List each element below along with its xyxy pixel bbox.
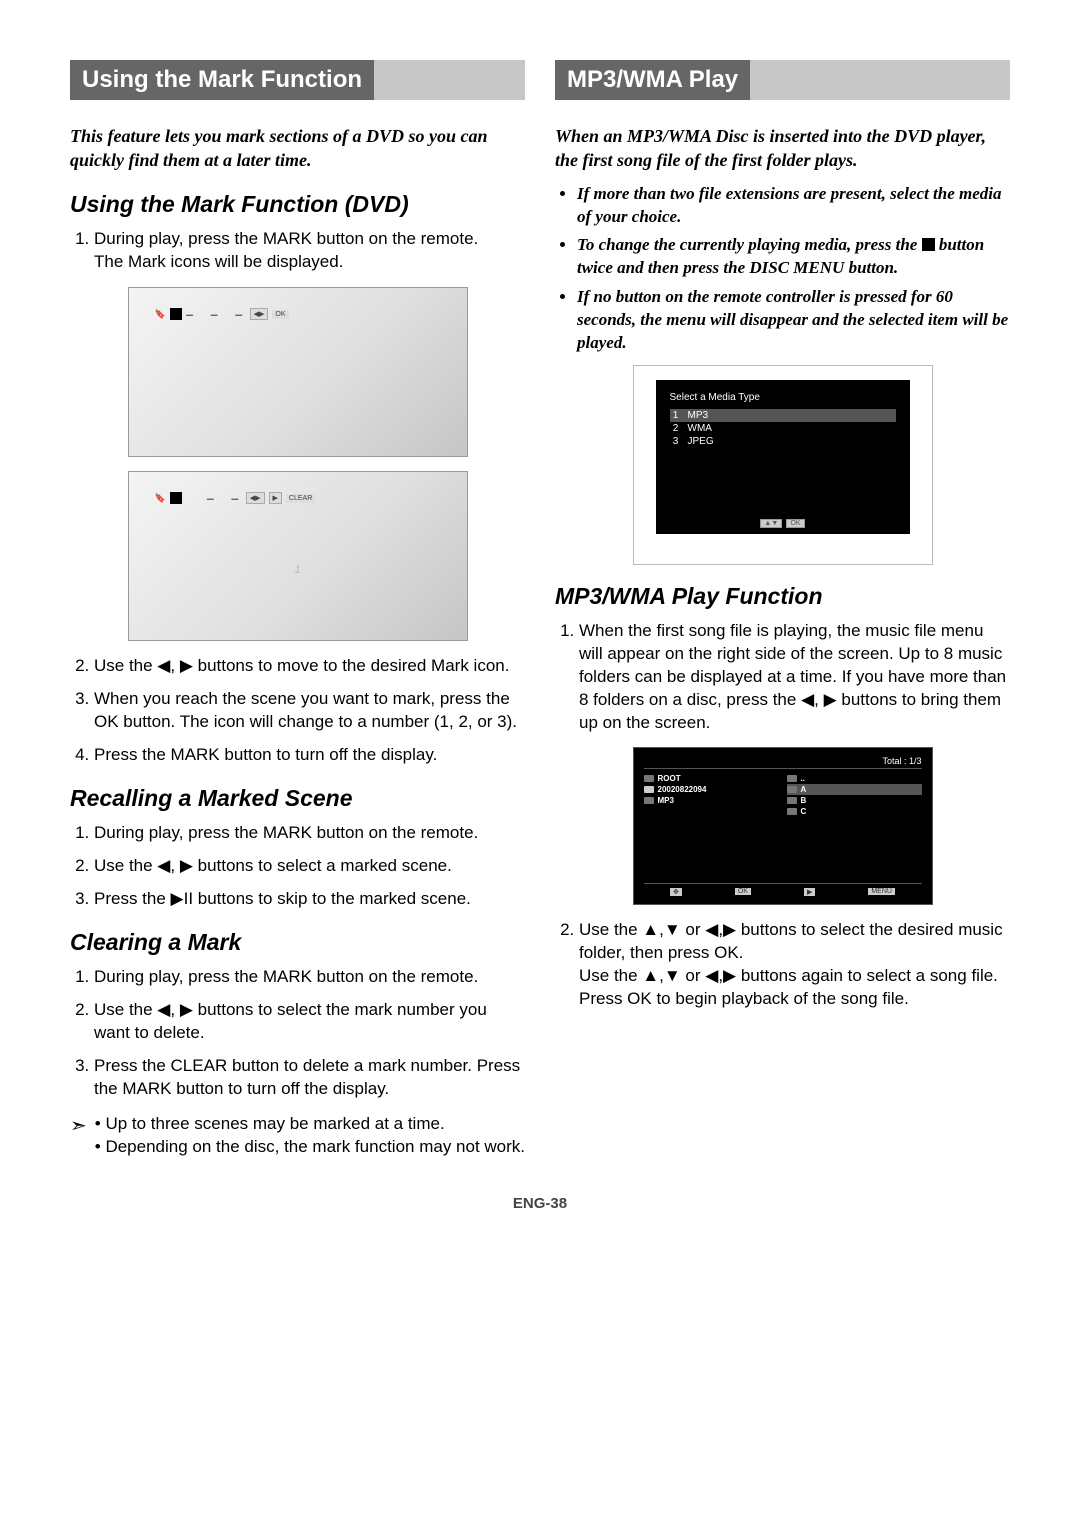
step-3: Press the ▶II buttons to skip to the mar… <box>94 888 525 911</box>
folder-a: A <box>787 784 922 795</box>
note-1: Up to three scenes may be marked at a ti… <box>105 1114 444 1133</box>
folder-b: B <box>787 795 922 806</box>
step-2: Use the ◀, ▶ buttons to select a marked … <box>94 855 525 878</box>
heading-mp3-func: MP3/WMA Play Function <box>555 583 1010 610</box>
step-text: The Mark icons will be displayed. <box>94 252 343 271</box>
clear-label: CLEAR <box>286 494 315 503</box>
play-icon: ▶ <box>804 888 815 896</box>
play-icon: ▶ <box>269 492 282 504</box>
illustration-mark-bar: 🔖 – – – ◀▶ OK <box>128 287 468 457</box>
steps-using-mark: During play, press the MARK button on th… <box>70 228 525 274</box>
media-row-mp3: 1 MP3 <box>670 409 896 422</box>
heading-recalling: Recalling a Marked Scene <box>70 785 525 812</box>
mark-number-1: 1 <box>129 564 467 576</box>
step-3: When you reach the scene you want to mar… <box>94 688 525 734</box>
heading-clearing: Clearing a Mark <box>70 929 525 956</box>
steps-mp3-func-2: Use the ▲,▼ or ◀,▶ buttons to select the… <box>555 919 1010 1011</box>
section-bar-right: MP3/WMA Play <box>555 60 1010 100</box>
step-3: Press the CLEAR button to delete a mark … <box>94 1055 525 1101</box>
media-row-wma: 2 WMA <box>670 422 896 435</box>
illustration-media-type: Select a Media Type 1 MP3 2 WMA 3 JPEG ▲… <box>633 365 933 565</box>
media-okbar: ▲▼ OK <box>634 518 932 528</box>
step-2: Use the ◀, ▶ buttons to select the mark … <box>94 999 525 1045</box>
folder-code: 20020822094 <box>644 784 779 795</box>
folder-icon <box>787 797 797 804</box>
ok-label: OK <box>735 888 751 895</box>
ok-label: OK <box>786 519 804 528</box>
page-number: ENG-38 <box>0 1189 1080 1236</box>
mark-slot-selected <box>170 308 182 320</box>
step-1: During play, press the MARK button on th… <box>94 966 525 989</box>
left-column: Using the Mark Function This feature let… <box>70 60 525 1159</box>
step-4: Press the MARK button to turn off the di… <box>94 744 525 767</box>
mark-slot-dash: – – – <box>186 306 246 322</box>
menu-label: MENU <box>868 888 895 895</box>
bookmark-icon: 🔖 <box>155 493 166 504</box>
section-bar-left: Using the Mark Function <box>70 60 525 100</box>
folder-icon <box>787 808 797 815</box>
nav-arrows-icon: ✥ <box>670 888 682 896</box>
illustration-file-browser: Total : 1/3 ROOT 20020822094 MP3 .. A B … <box>633 747 933 905</box>
illustration-mark-clear: 🔖 – – ◀▶ ▶ CLEAR 1 <box>128 471 468 641</box>
folder-icon <box>644 775 654 782</box>
step-1: During play, press the MARK button on th… <box>94 822 525 845</box>
steps-clearing: During play, press the MARK button on th… <box>70 966 525 1101</box>
heading-using-mark: Using the Mark Function (DVD) <box>70 191 525 218</box>
folder-up: .. <box>787 773 922 784</box>
folder-root: ROOT <box>644 773 779 784</box>
folder-icon <box>644 786 654 793</box>
step-1: When the first song file is playing, the… <box>579 620 1010 735</box>
mark-slot-selected <box>170 492 182 504</box>
step-text: During play, press the MARK button on th… <box>94 229 478 248</box>
folder-icon <box>644 797 654 804</box>
steps-recalling: During play, press the MARK button on th… <box>70 822 525 911</box>
browser-total: Total : 1/3 <box>644 756 922 769</box>
pointer-icon: ➣ <box>70 1113 87 1159</box>
left-lead: This feature lets you mark sections of a… <box>70 124 525 173</box>
right-column: MP3/WMA Play When an MP3/WMA Disc is ins… <box>555 60 1010 1159</box>
steps-using-mark-cont: Use the ◀, ▶ buttons to move to the desi… <box>70 655 525 767</box>
nav-left-right-icon: ◀▶ <box>250 308 269 320</box>
section-title-left: Using the Mark Function <box>70 60 374 100</box>
nav-left-right-icon: ◀▶ <box>246 492 265 504</box>
bullet-1: If more than two file extensions are pre… <box>577 183 1010 229</box>
folder-icon <box>787 775 797 782</box>
ok-label: OK <box>272 310 288 319</box>
note-2: Depending on the disc, the mark function… <box>105 1137 525 1156</box>
folder-icon <box>787 786 797 793</box>
folder-mp3: MP3 <box>644 795 779 806</box>
step-1: During play, press the MARK button on th… <box>94 228 525 274</box>
bullet-2: To change the currently playing media, p… <box>577 234 1010 280</box>
steps-mp3-func: When the first song file is playing, the… <box>555 620 1010 735</box>
right-bullets: If more than two file extensions are pre… <box>555 183 1010 356</box>
mark-slot-dash: – – <box>186 490 242 506</box>
bullet-3: If no button on the remote controller is… <box>577 286 1010 355</box>
step-2: Use the ▲,▼ or ◀,▶ buttons to select the… <box>579 919 1010 1011</box>
media-title: Select a Media Type <box>670 392 896 403</box>
bookmark-icon: 🔖 <box>155 309 166 320</box>
stop-icon <box>922 238 935 251</box>
step-2: Use the ◀, ▶ buttons to move to the desi… <box>94 655 525 678</box>
updown-icon: ▲▼ <box>760 519 782 528</box>
note-block: ➣ • Up to three scenes may be marked at … <box>70 1113 525 1159</box>
folder-c: C <box>787 806 922 817</box>
media-row-jpeg: 3 JPEG <box>670 435 896 448</box>
right-lead: When an MP3/WMA Disc is inserted into th… <box>555 124 1010 173</box>
section-title-right: MP3/WMA Play <box>555 60 750 100</box>
